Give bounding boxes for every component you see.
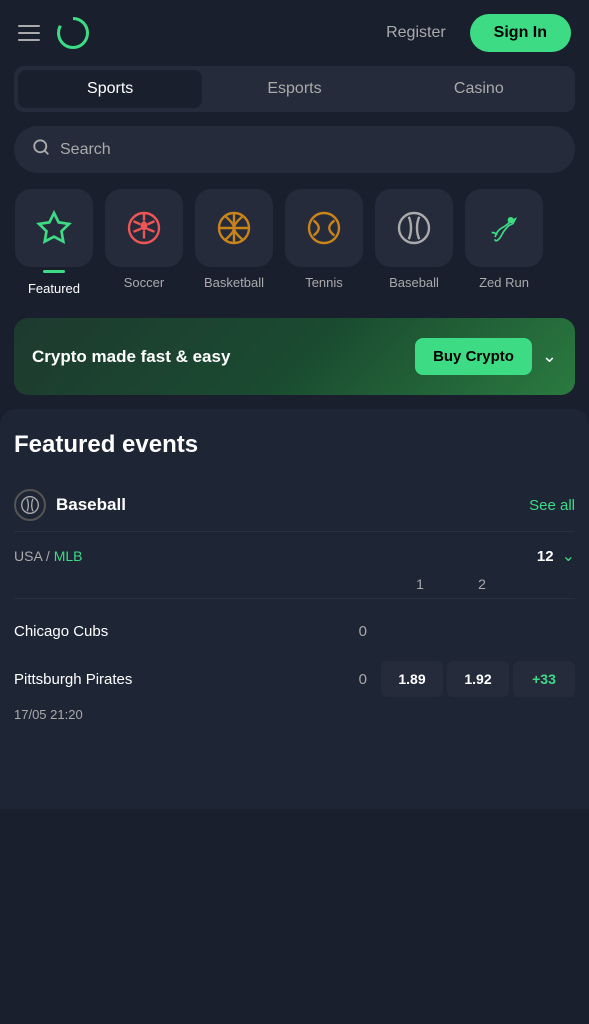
tennis-icon-box	[285, 189, 363, 267]
team1-row: Chicago Cubs 0	[14, 607, 575, 655]
header-actions: Register Sign In	[374, 14, 571, 52]
league-count-area[interactable]: 12 ⌄	[537, 546, 575, 566]
soccer-icon-box	[105, 189, 183, 267]
featured-label: Featured	[28, 281, 80, 296]
team1-name: Chicago Cubs	[14, 623, 359, 640]
tab-sports[interactable]: Sports	[18, 70, 202, 108]
search-icon	[32, 138, 50, 161]
crypto-banner: Crypto made fast & easy Buy Crypto ⌄	[14, 318, 575, 395]
col-header-1: 1	[389, 576, 451, 592]
signin-button[interactable]: Sign In	[470, 14, 571, 52]
zedrun-label: Zed Run	[479, 275, 529, 290]
featured-icon-box	[15, 189, 93, 267]
odds-cell-2-3[interactable]: +33	[513, 661, 575, 697]
league-prefix: USA	[14, 548, 42, 564]
baseball-section-left: Baseball	[14, 489, 126, 521]
odds-cell-2-2[interactable]: 1.92	[447, 661, 509, 697]
baseball-sport-icon	[14, 489, 46, 521]
baseball-icon-box	[375, 189, 453, 267]
odds-cell-1-3	[513, 613, 575, 649]
app-header: Register Sign In	[0, 0, 589, 66]
baseball-section-name: Baseball	[56, 495, 126, 515]
sport-item-featured[interactable]: Featured	[14, 189, 94, 296]
tab-esports[interactable]: Esports	[202, 70, 386, 108]
baseball-label: Baseball	[389, 275, 439, 290]
match-time: 17/05 21:20	[14, 703, 575, 730]
header-left	[18, 14, 92, 52]
main-nav-tabs: Sports Esports Casino	[14, 66, 575, 112]
app-logo	[54, 14, 92, 52]
sport-item-zedrun[interactable]: Zed Run	[464, 189, 544, 296]
sports-categories: Featured Soccer	[0, 189, 589, 304]
odds-row2: 1.89 1.92 +33	[377, 661, 575, 697]
crypto-banner-text: Crypto made fast & easy	[32, 347, 230, 367]
soccer-label: Soccer	[124, 275, 164, 290]
match-block: Chicago Cubs 0 Pittsburgh Pirates 0 1.89…	[14, 598, 575, 730]
team2-name: Pittsburgh Pirates	[14, 671, 359, 688]
buy-crypto-button[interactable]: Buy Crypto	[415, 338, 532, 375]
odds-cell-2-1[interactable]: 1.89	[381, 661, 443, 697]
team2-row: Pittsburgh Pirates 0 1.89 1.92 +33	[14, 655, 575, 703]
league-name: USA / MLB	[14, 548, 82, 564]
baseball-section-header: Baseball See all	[14, 479, 575, 532]
tennis-label: Tennis	[305, 275, 343, 290]
league-match-count: 12	[537, 548, 554, 565]
sport-item-baseball[interactable]: Baseball	[374, 189, 454, 296]
active-indicator	[43, 270, 65, 273]
league-code: MLB	[54, 548, 83, 564]
sport-item-basketball[interactable]: Basketball	[194, 189, 274, 296]
sport-item-soccer[interactable]: Soccer	[104, 189, 184, 296]
crypto-banner-chevron-icon[interactable]: ⌄	[542, 346, 557, 367]
odds-cell-1-2	[447, 613, 509, 649]
zedrun-icon-box	[465, 189, 543, 267]
tab-casino[interactable]: Casino	[387, 70, 571, 108]
hamburger-menu-icon[interactable]	[18, 25, 40, 41]
col-header-2: 2	[451, 576, 513, 592]
league-chevron-icon[interactable]: ⌄	[562, 546, 575, 566]
featured-events-title: Featured events	[14, 431, 575, 459]
basketball-label: Basketball	[204, 275, 264, 290]
team1-score: 0	[359, 623, 367, 640]
crypto-actions: Buy Crypto ⌄	[415, 338, 557, 375]
basketball-icon-box	[195, 189, 273, 267]
featured-section: Featured events Baseball See all USA / M…	[0, 409, 589, 809]
search-bar[interactable]: Search	[14, 126, 575, 173]
league-row: USA / MLB 12 ⌄	[14, 532, 575, 576]
col-header-spacer	[513, 576, 575, 592]
odds-row1	[377, 613, 575, 649]
register-button[interactable]: Register	[374, 16, 458, 50]
team2-score: 0	[359, 671, 367, 688]
col-headers: 1 2	[14, 576, 575, 598]
see-all-link[interactable]: See all	[529, 497, 575, 514]
sport-item-tennis[interactable]: Tennis	[284, 189, 364, 296]
odds-cell-1-1	[381, 613, 443, 649]
search-placeholder: Search	[60, 141, 111, 159]
